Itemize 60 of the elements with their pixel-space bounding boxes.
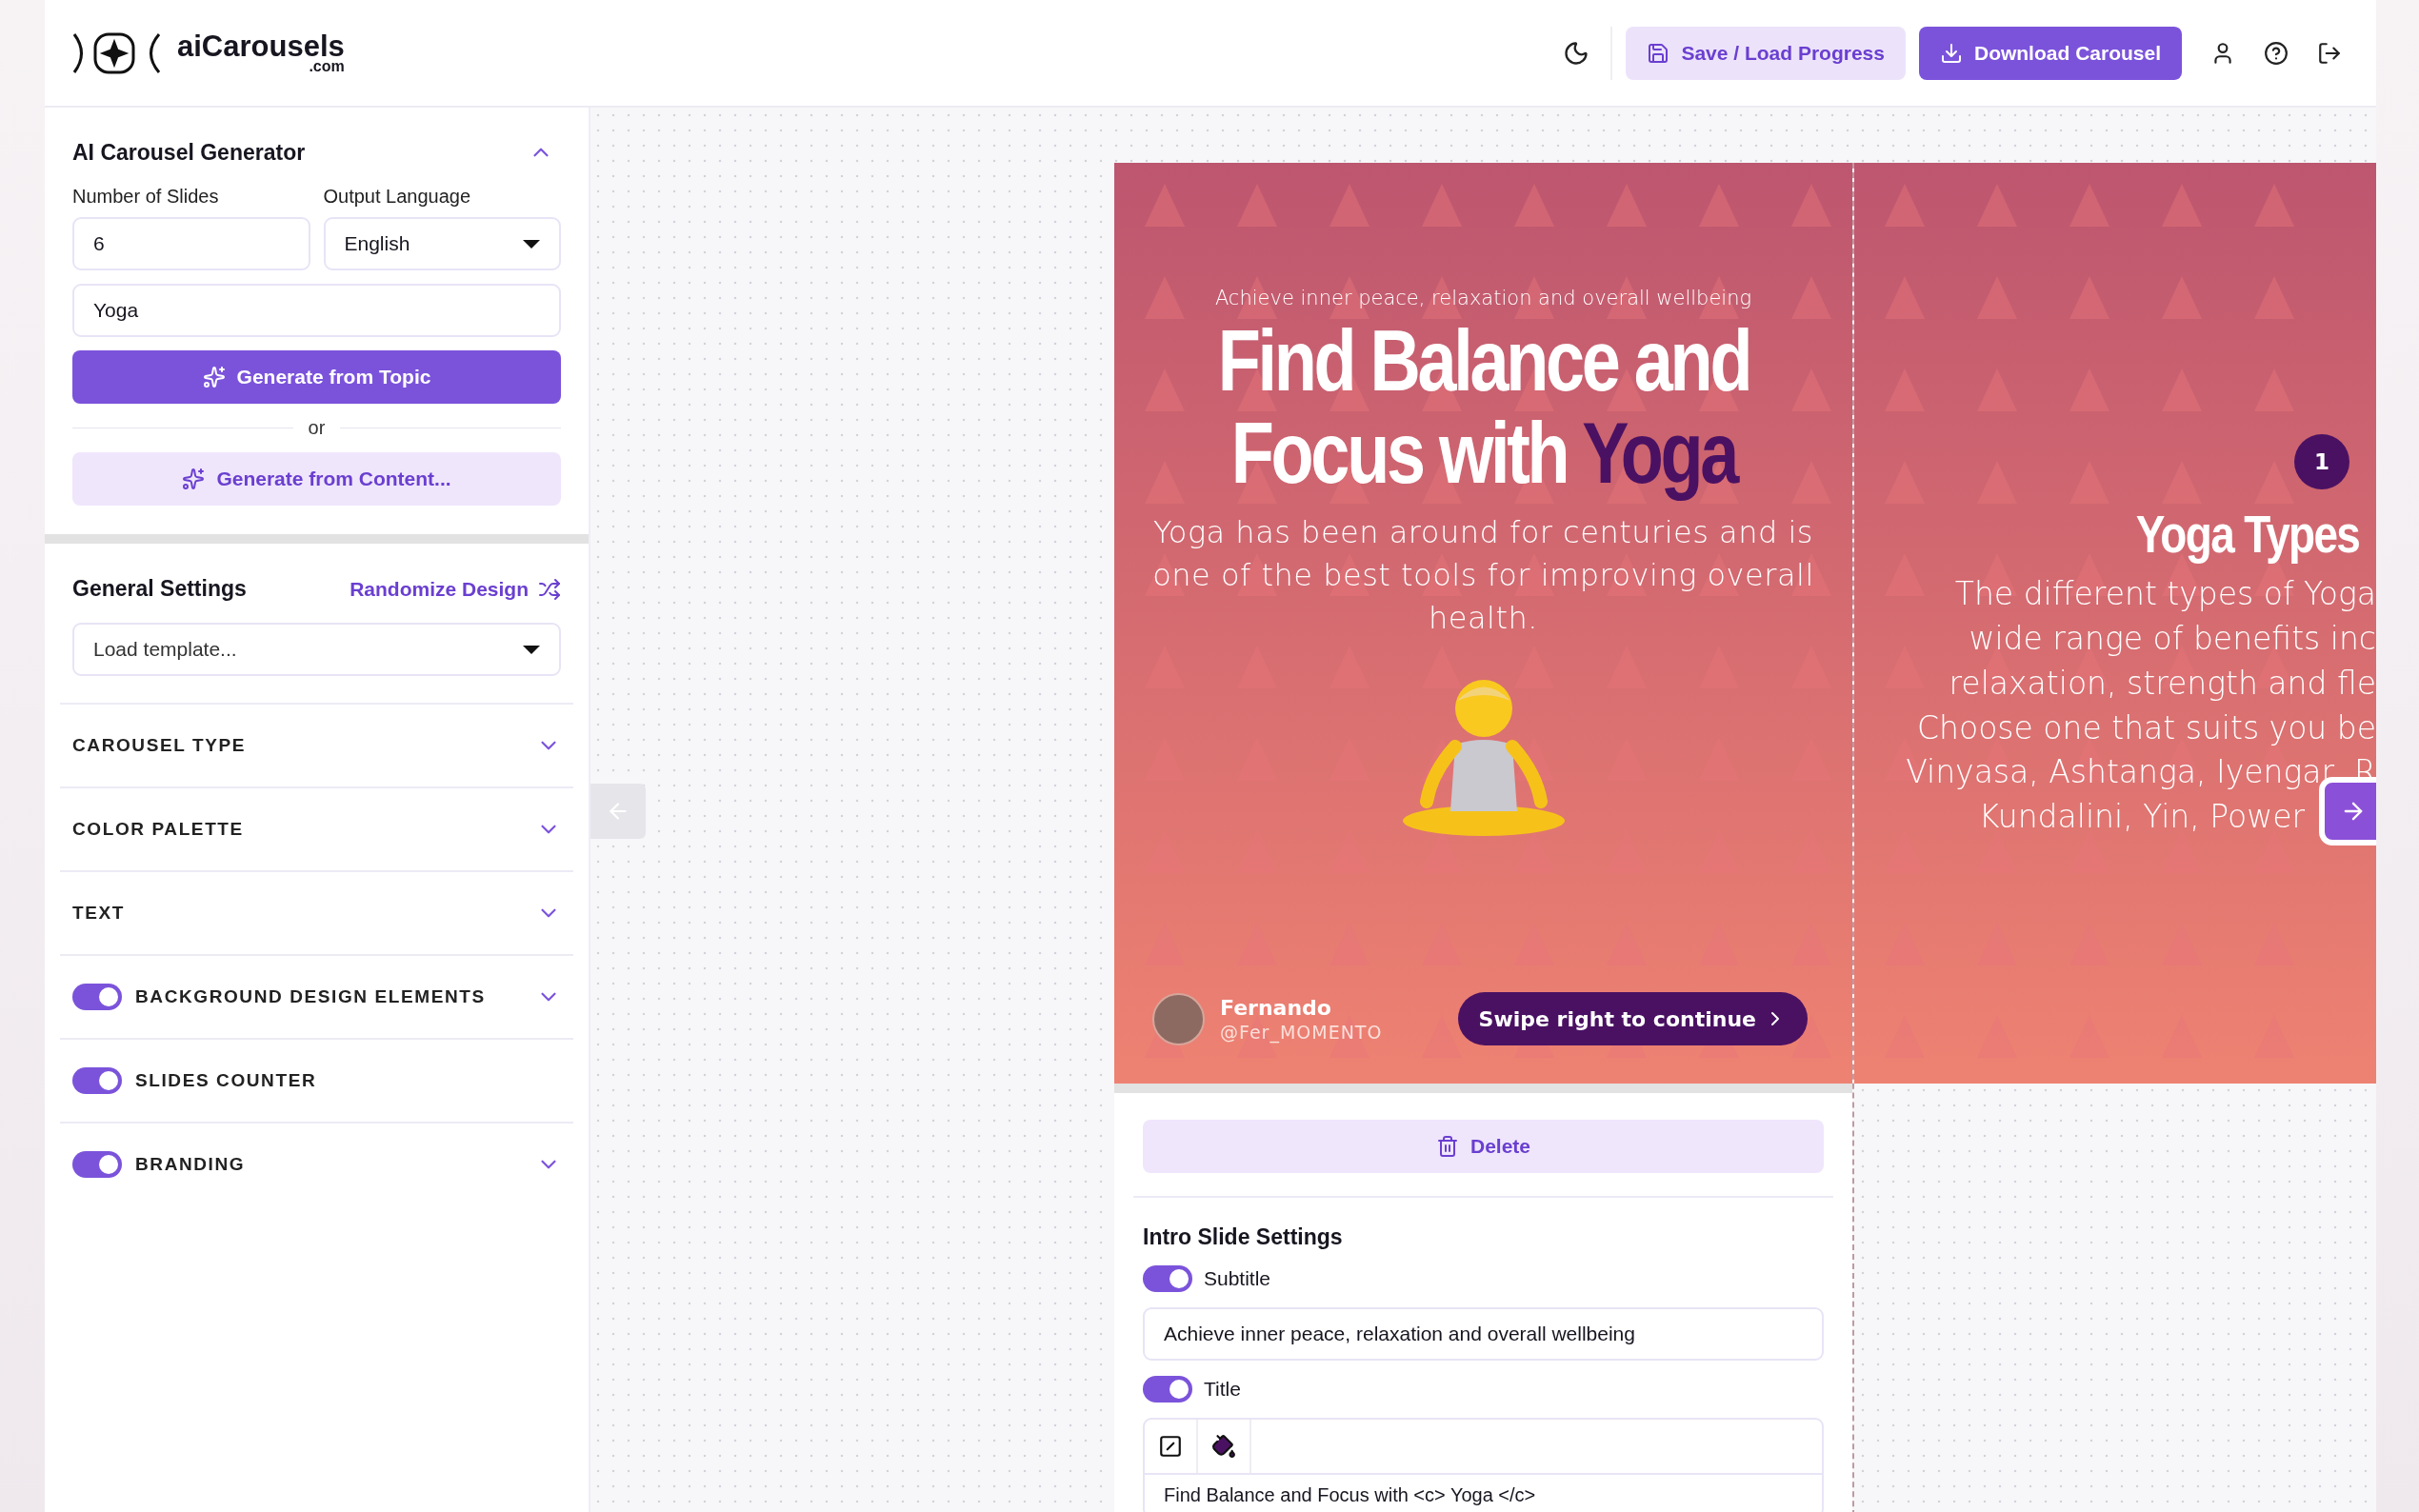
field-label: Output Language [323, 186, 472, 208]
download-icon [1939, 41, 1963, 65]
save-button[interactable]: Save / Load Progress [1626, 26, 1906, 80]
toggle-switch[interactable] [72, 1067, 122, 1094]
row-label: TEXT [72, 903, 126, 924]
sparkles-icon [202, 366, 226, 388]
logo-suffix: .com [309, 59, 345, 74]
avatar-placeholder [1152, 992, 1205, 1045]
template-select[interactable]: Load template... [72, 623, 561, 676]
slide-counter: 1 [2294, 434, 2349, 489]
settings-row[interactable]: BACKGROUND DESIGN ELEMENTS [60, 954, 573, 1038]
logo-text: aiCarousels [177, 31, 345, 61]
generate-content-button[interactable]: Generate from Content... [72, 452, 561, 506]
toggle-label: Subtitle [1204, 1267, 1271, 1290]
topic-field[interactable]: Yoga [72, 284, 561, 337]
slide-title: Find Balance and Focus with Yoga [1216, 315, 1750, 501]
settings-row[interactable]: COLOR PALETTE [60, 786, 573, 870]
toggle-label: Title [1204, 1378, 1241, 1401]
title-text: Find Balance and Focus with <c> Yoga </c> [1163, 1483, 1537, 1507]
settings-row[interactable]: TEXT [60, 870, 573, 954]
row-label: COLOR PALETTE [72, 819, 245, 840]
toggle-switch[interactable] [1143, 1376, 1192, 1403]
settings-row[interactable]: CAROUSEL TYPE [60, 703, 573, 786]
author-handle: @Fer_MOMENTO [1220, 1021, 1384, 1043]
title-editor[interactable]: Find Balance and Focus with <c> Yoga </c> [1143, 1418, 1824, 1512]
slide-body-line: Kundalini, Yin, Power [1977, 797, 2305, 838]
slides-count-field[interactable]: 6 [72, 217, 310, 270]
row-label: CAROUSEL TYPE [72, 735, 247, 756]
section-title: General Settings [72, 576, 247, 602]
row-label: BRANDING [135, 1154, 247, 1175]
slide-title: Yoga Types [2135, 503, 2360, 565]
row-label: SLIDES COUNTER [135, 1070, 318, 1091]
trash-icon [1436, 1135, 1459, 1158]
generate-topic-button[interactable]: Generate from Topic [72, 350, 561, 404]
swipe-button[interactable]: Swipe right to continue [1457, 992, 1808, 1045]
delete-button[interactable]: Delete [1143, 1120, 1824, 1173]
settings-row[interactable]: BRANDING [60, 1122, 573, 1205]
author-name: Fernando [1220, 995, 1332, 1020]
randomize-link[interactable]: Randomize Design [350, 577, 561, 601]
or-text: or [308, 417, 326, 439]
language-select[interactable]: English [323, 217, 561, 270]
download-button[interactable]: Download Carousel [1918, 26, 2182, 80]
slide-body-line: relaxation, strength and fle [1948, 663, 2376, 704]
section-title: AI Carousel Generator [72, 139, 306, 166]
toggle-switch[interactable] [72, 1151, 122, 1178]
slide-body-line: The different types of Yoga [1953, 574, 2376, 614]
shuffle-icon [538, 577, 561, 601]
slide-body-line: wide range of benefits inc [1968, 618, 2376, 659]
field-label: Number of Slides [72, 186, 220, 208]
slide-body: Yoga has been around for centuries and is one of the best tools for improving overall health. [1152, 513, 1814, 638]
toggle-switch[interactable] [1143, 1265, 1192, 1292]
row-label: BACKGROUND DESIGN ELEMENTS [135, 986, 487, 1007]
sparkles-icon [182, 468, 206, 490]
settings-row[interactable]: SLIDES COUNTER [60, 1038, 573, 1122]
slide-subtitle: Achieve inner peace, relaxation and overall wellbeing [1214, 287, 1752, 309]
slide-body-line: Choose one that suits you be [1916, 707, 2376, 748]
subtitle-field[interactable]: Achieve inner peace, relaxation and overall wellbeing [1143, 1307, 1824, 1361]
toggle-switch[interactable] [72, 984, 122, 1010]
section-title: Intro Slide Settings [1143, 1224, 1344, 1250]
logo-icon [71, 30, 162, 75]
